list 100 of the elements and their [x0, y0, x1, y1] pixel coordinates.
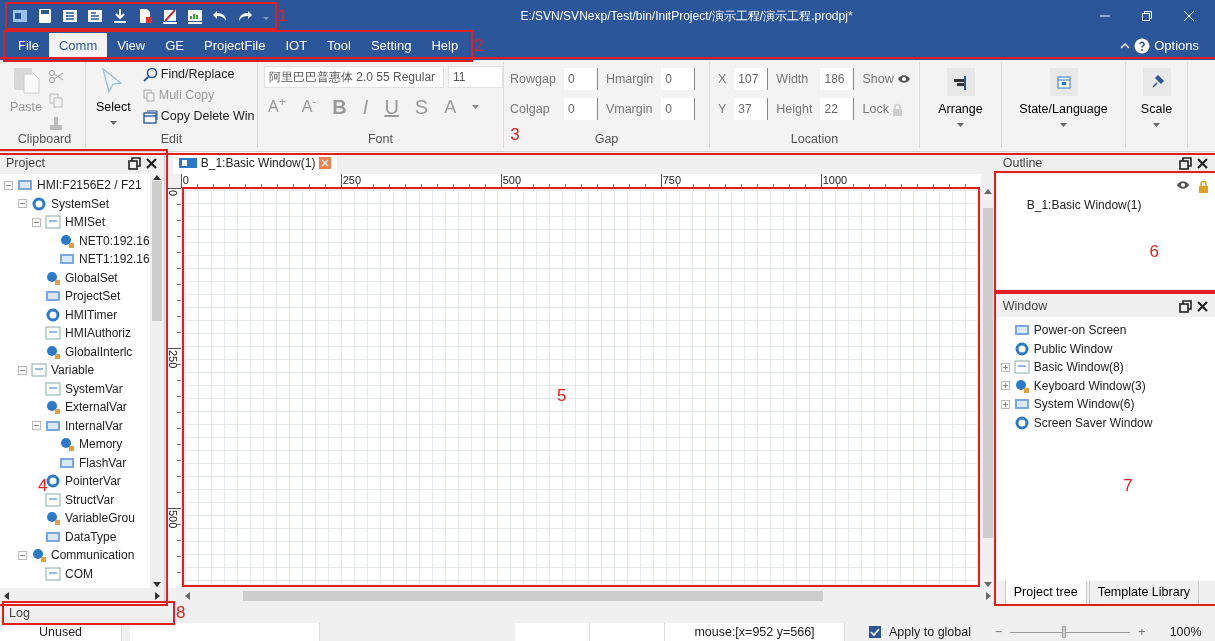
tree-item[interactable]: GlobalInterlc — [65, 342, 133, 361]
tree-item[interactable]: StructVar — [65, 490, 115, 509]
checkbox[interactable] — [869, 626, 881, 638]
tree-item[interactable]: NET1:192.16 — [79, 250, 150, 269]
close-icon[interactable] — [1196, 299, 1209, 313]
menu-tab[interactable]: Tool — [317, 33, 361, 59]
tree-item[interactable]: VariableGrou — [65, 509, 135, 528]
select-button[interactable]: Select — [92, 64, 135, 129]
tree-item[interactable]: HMISet — [65, 213, 105, 232]
size-field[interactable]: 11 — [448, 66, 503, 88]
tree-item[interactable]: HMI:F2156E2 / F21 — [37, 176, 142, 195]
panel-tab[interactable]: Project tree — [1004, 581, 1087, 605]
menu-tab[interactable]: GE — [155, 33, 194, 59]
help-icon[interactable] — [1134, 38, 1151, 54]
caret-icon[interactable] — [472, 105, 480, 109]
window-icon[interactable] — [12, 8, 28, 24]
tree-item[interactable]: System Window(6) — [1033, 395, 1135, 414]
ribbon-button[interactable]: Scale — [1126, 62, 1187, 133]
menu-tab[interactable]: ProjectFile — [194, 33, 276, 59]
menu-tab[interactable]: File — [8, 33, 49, 59]
scrollbar-thumb[interactable] — [982, 208, 993, 538]
font-field[interactable]: 阿里巴巴普惠体 2.0 55 Regular — [264, 66, 444, 88]
tree-item[interactable]: FlashVar — [79, 453, 127, 472]
scroll-left-icon[interactable] — [183, 591, 190, 600]
zoom-slider-thumb[interactable] — [1062, 625, 1067, 638]
close-icon[interactable] — [1196, 156, 1209, 170]
chart-icon[interactable] — [187, 8, 203, 24]
number-field[interactable]: 107 — [734, 68, 769, 90]
editor-tab[interactable]: B_1:Basic Window(1) — [172, 152, 338, 174]
tree-toggle-icon[interactable] — [1000, 381, 1010, 391]
tree-item[interactable]: Power-on Screen — [1033, 321, 1127, 340]
tree-toggle-icon[interactable] — [1000, 399, 1010, 409]
tree-item[interactable]: InternalVar — [65, 416, 123, 435]
menu-tab[interactable]: Setting — [360, 33, 422, 59]
tree-item[interactable]: ExternalVar — [65, 398, 127, 417]
tree-item[interactable]: SystemSet — [51, 194, 110, 213]
restore-icon[interactable] — [1141, 10, 1153, 22]
tree-toggle-icon[interactable] — [32, 421, 41, 431]
tree-item[interactable]: ProjectSet — [65, 287, 121, 306]
list-icon[interactable] — [87, 8, 103, 24]
tree-item[interactable]: Public Window — [1033, 339, 1113, 358]
tree-item[interactable]: HMIAuthoriz — [65, 324, 132, 343]
tree-item[interactable]: SystemVar — [65, 379, 123, 398]
tree-item[interactable]: Screen Saver Window — [1033, 413, 1153, 432]
number-field[interactable]: 0 — [563, 98, 598, 120]
outline-item[interactable]: B_1:Basic Window(1) — [1026, 188, 1205, 214]
number-field[interactable]: 186 — [820, 68, 855, 90]
tree-item[interactable]: NET0:192.16 — [79, 231, 150, 250]
scroll-right-icon[interactable] — [154, 591, 161, 600]
tree-item[interactable]: PointerVar — [65, 472, 121, 491]
tree-item[interactable]: Basic Window(8) — [1033, 358, 1124, 377]
tree-item[interactable]: Variable — [51, 361, 95, 380]
ribbon-action[interactable]: Copy Delete Win — [140, 106, 257, 127]
tree-toggle-icon[interactable] — [18, 550, 27, 560]
file-icon[interactable] — [137, 8, 153, 24]
ribbon-action[interactable]: Find/Replace — [140, 64, 257, 85]
collapse-icon[interactable] — [1120, 41, 1131, 51]
tree-item[interactable]: Memory — [79, 435, 123, 454]
tree-toggle-icon[interactable] — [18, 199, 27, 209]
tree-item[interactable]: HMITimer — [65, 305, 118, 324]
tree-item[interactable]: COM — [65, 564, 93, 583]
zoom-out-button[interactable]: − — [995, 622, 1003, 641]
panel-tab[interactable]: Template Library — [1088, 581, 1200, 605]
number-field[interactable]: 37 — [734, 98, 769, 120]
tree-toggle-icon[interactable] — [4, 180, 13, 190]
menu-tab[interactable]: IOT — [275, 33, 318, 59]
tree-item[interactable]: GlobalSet — [65, 268, 118, 287]
scroll-left-icon[interactable] — [3, 591, 9, 600]
eye-icon[interactable] — [1176, 180, 1190, 190]
ribbon-button[interactable]: State/Language — [1002, 62, 1125, 133]
tree-toggle-icon[interactable] — [1000, 362, 1010, 372]
menu-tab[interactable]: Help — [421, 33, 469, 59]
menu-tab[interactable]: Comm — [48, 33, 108, 59]
scrollbar-thumb[interactable] — [242, 590, 823, 601]
float-icon[interactable] — [1179, 156, 1192, 170]
number-field[interactable]: 0 — [661, 68, 696, 90]
tree-toggle-icon[interactable] — [32, 217, 41, 227]
ribbon-button[interactable]: Arrange — [920, 62, 1001, 133]
float-icon[interactable] — [1179, 299, 1192, 313]
menu-tab[interactable]: View — [107, 33, 156, 59]
save-icon[interactable] — [37, 8, 53, 24]
scrollbar-thumb[interactable] — [151, 181, 162, 321]
tree-item[interactable]: Communication — [51, 546, 135, 565]
annotation-number: 6 — [1149, 243, 1159, 260]
zoom-in-button[interactable]: + — [1138, 622, 1146, 641]
download-icon[interactable] — [112, 8, 128, 24]
number-field[interactable]: 22 — [820, 98, 855, 120]
number-field[interactable]: 0 — [563, 68, 598, 90]
float-icon[interactable] — [127, 156, 141, 170]
pen-icon[interactable] — [162, 8, 178, 24]
log-tab[interactable]: Log — [9, 605, 30, 620]
options-menu[interactable]: Options — [1154, 36, 1199, 56]
number-field[interactable]: 0 — [661, 98, 696, 120]
close-icon[interactable] — [144, 156, 158, 170]
scroll-right-icon[interactable] — [985, 591, 992, 600]
tree-item[interactable]: Keyboard Window(3) — [1033, 376, 1146, 395]
tree-item[interactable]: DataType — [65, 527, 117, 546]
tree-toggle-icon[interactable] — [18, 365, 27, 375]
scroll-up-icon[interactable] — [983, 188, 992, 194]
list-icon[interactable] — [62, 8, 78, 24]
